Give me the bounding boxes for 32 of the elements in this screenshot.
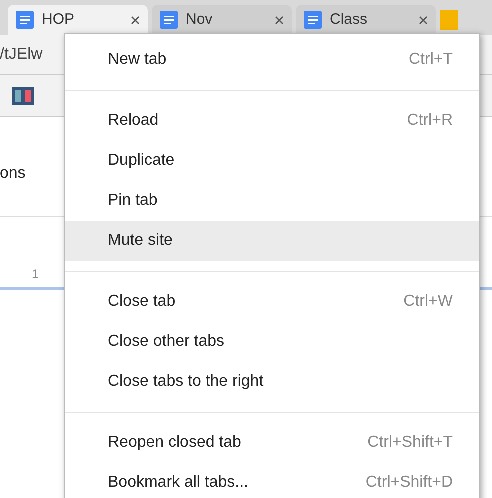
menu-item[interactable]: Duplicate (65, 141, 479, 181)
browser-tab[interactable]: Class (296, 5, 436, 35)
browser-tab[interactable]: HOP (8, 5, 148, 35)
document-icon (160, 11, 178, 29)
menu-item[interactable]: Reload Ctrl+R (65, 101, 479, 141)
document-icon (304, 11, 322, 29)
menu-item[interactable]: Close other tabs (65, 322, 479, 362)
close-icon[interactable] (419, 16, 428, 24)
page-text: ons (0, 164, 26, 184)
menu-item[interactable]: Close tabs to the right (65, 362, 479, 402)
tab-title: Class (330, 10, 368, 30)
tab-favicon-icon (440, 10, 458, 30)
shortcut-text: Ctrl+W (404, 292, 453, 312)
shortcut-text: Ctrl+Shift+T (368, 433, 453, 453)
shortcut-text: Ctrl+R (407, 111, 453, 131)
shortcut-text: Ctrl+T (409, 50, 453, 70)
menu-item[interactable]: New tab Ctrl+T (65, 40, 479, 80)
menu-item[interactable]: Reopen closed tab Ctrl+Shift+T (65, 423, 479, 463)
bookmark-icon (12, 86, 34, 104)
ruler-text: 1 (31, 266, 39, 283)
shortcut-text: Ctrl+Shift+D (366, 473, 453, 493)
document-icon (16, 11, 34, 29)
address-text: /tJElw (0, 44, 43, 64)
menu-item[interactable]: Mute site (65, 221, 479, 261)
browser-tab[interactable]: Nov (152, 5, 292, 35)
tab-title: Nov (186, 10, 213, 30)
menu-item[interactable]: Close tab Ctrl+W (65, 282, 479, 322)
menu-item[interactable]: Bookmark all tabs... Ctrl+Shift+D (65, 463, 479, 498)
close-icon[interactable] (275, 16, 284, 24)
close-icon[interactable] (131, 16, 140, 24)
tab-title: HOP (42, 10, 75, 30)
menu-item[interactable]: Pin tab (65, 181, 479, 221)
